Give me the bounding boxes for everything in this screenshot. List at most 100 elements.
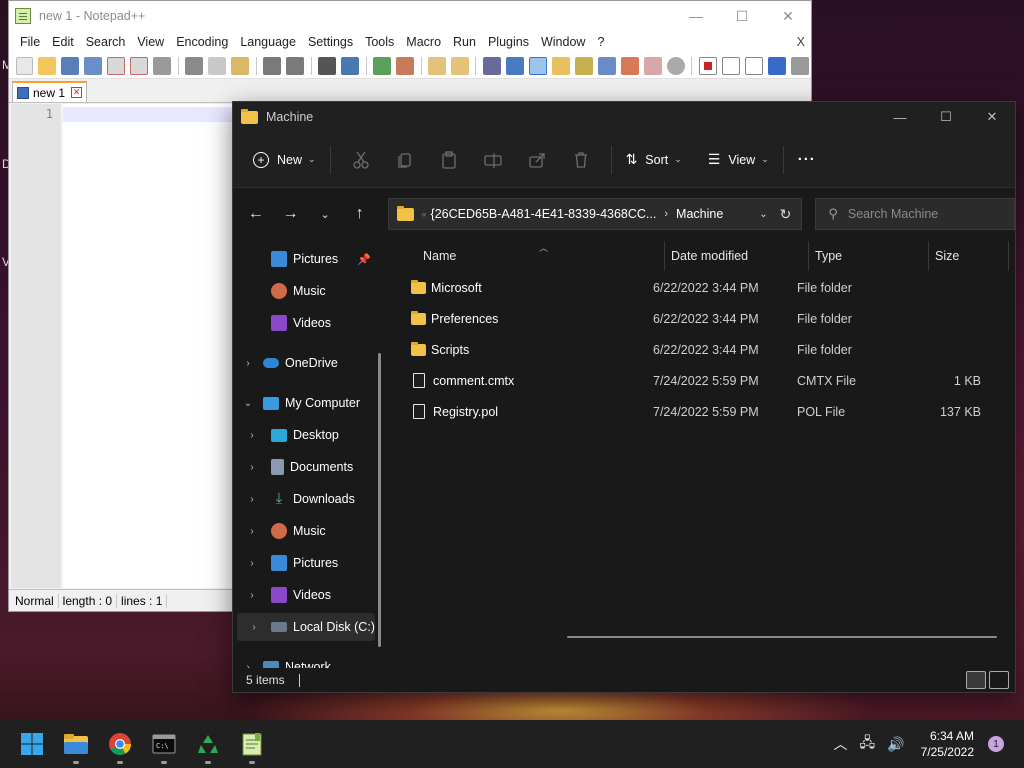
taskbar-file-explorer[interactable] [54, 722, 98, 766]
taskbar-app[interactable] [186, 722, 230, 766]
taskbar-terminal[interactable]: C:\ [142, 722, 186, 766]
file-row[interactable]: Registry.pol 7/24/2022 5:59 PM POL File 137… [391, 396, 1015, 427]
menu-plugins[interactable]: Plugins [482, 35, 535, 49]
column-date-modified[interactable]: Date modified [665, 241, 809, 271]
up-arrow-icon[interactable]: ↑ [345, 199, 375, 229]
collapse-chevron-icon[interactable]: ⌄ [233, 398, 263, 409]
stop-macro-icon[interactable] [721, 56, 740, 75]
file-row[interactable]: Preferences 6/22/2022 3:44 PM File folder [391, 303, 1015, 334]
delete-icon[interactable] [572, 151, 590, 169]
sort-button[interactable]: ⇅ Sort ⌄ [620, 151, 688, 168]
nav-item-documents[interactable]: › Documents [233, 453, 371, 481]
rename-icon[interactable] [483, 151, 502, 169]
find-icon[interactable] [318, 56, 337, 75]
maximize-button[interactable]: ☐ [719, 1, 765, 31]
breadcrumb-current[interactable]: Machine [676, 207, 723, 221]
menu-edit[interactable]: Edit [46, 35, 80, 49]
show-hidden-icons-chevron-icon[interactable]: ︿ [834, 734, 848, 754]
open-file-icon[interactable] [38, 56, 57, 75]
close-document-button[interactable]: X [791, 35, 811, 49]
expand-chevron-icon[interactable]: › [237, 622, 271, 633]
copy-icon[interactable] [208, 56, 227, 75]
column-type[interactable]: Type [809, 241, 929, 271]
indent-guide-icon[interactable] [528, 56, 547, 75]
taskbar-chrome[interactable] [98, 722, 142, 766]
nav-pane-scrollbar[interactable] [378, 353, 381, 647]
view-button[interactable]: ☰ View ⌄ [702, 151, 775, 168]
undo-icon[interactable] [263, 56, 282, 75]
panel-icon[interactable] [666, 56, 685, 75]
expand-chevron-icon[interactable]: › [233, 558, 271, 569]
large-icons-view-icon[interactable] [989, 671, 1009, 689]
recent-locations-chevron-icon[interactable]: ⌄ [310, 199, 340, 229]
nav-item-videos[interactable]: › Videos [233, 581, 371, 609]
menu-settings[interactable]: Settings [302, 35, 359, 49]
doc-map-icon[interactable] [574, 56, 593, 75]
nav-item-videos[interactable]: Videos [233, 309, 371, 337]
network-status-icon[interactable]: 🖧 [860, 732, 876, 756]
nav-item-downloads[interactable]: › ⤓ Downloads [233, 485, 371, 513]
sync-horizontal-icon[interactable] [450, 56, 469, 75]
menu-window[interactable]: Window [535, 35, 591, 49]
expand-chevron-icon[interactable]: › [233, 462, 271, 473]
menu-view[interactable]: View [131, 35, 170, 49]
details-view-icon[interactable] [966, 671, 986, 689]
record-macro-icon[interactable] [698, 56, 717, 75]
nav-item-music[interactable]: › Music [233, 517, 371, 545]
file-row[interactable]: Scripts 6/22/2022 3:44 PM File folder [391, 334, 1015, 365]
file-explorer-window[interactable]: Machine — ☐ ✕ + New ⌄ ⇅ Sort ⌄ ☰ View ⌄ [232, 101, 1016, 693]
print-icon[interactable] [153, 56, 172, 75]
clock[interactable]: 6:34 AM 7/25/2022 [921, 728, 974, 760]
file-row[interactable]: comment.cmtx 7/24/2022 5:59 PM CMTX File 1 … [391, 365, 1015, 396]
minimize-button[interactable]: — [673, 1, 719, 31]
file-row[interactable]: Microsoft 6/22/2022 3:44 PM File folder [391, 272, 1015, 303]
breadcrumb-guid[interactable]: {26CED65B-A481-4E41-8339-4368CC... [431, 207, 657, 221]
save-macro-icon[interactable] [790, 56, 809, 75]
folder-as-workspace-icon[interactable] [620, 56, 639, 75]
cut-icon[interactable] [185, 56, 204, 75]
close-tab-icon[interactable]: ✕ [71, 87, 83, 98]
notification-badge[interactable]: 1 [988, 736, 1004, 752]
expand-chevron-icon[interactable]: › [233, 590, 271, 601]
save-all-icon[interactable] [84, 56, 103, 75]
notepadpp-titlebar[interactable]: new 1 - Notepad++ — ☐ ✕ [9, 1, 811, 31]
menu-run[interactable]: Run [447, 35, 482, 49]
run-macro-multiple-icon[interactable] [767, 56, 786, 75]
nav-item-music[interactable]: Music [233, 277, 371, 305]
nav-item-pictures[interactable]: › Pictures [233, 549, 371, 577]
nav-item-network[interactable]: › Network [233, 653, 371, 668]
refresh-icon[interactable]: ↻ [780, 206, 792, 223]
zoom-out-icon[interactable] [396, 56, 414, 75]
address-bar[interactable]: « {26CED65B-A481-4E41-8339-4368CC... › M… [387, 198, 803, 230]
breadcrumb-chevron-icon[interactable]: › [664, 208, 668, 220]
more-options-button[interactable]: ··· [792, 151, 822, 168]
menu-search[interactable]: Search [80, 35, 132, 49]
tab-new-1[interactable]: new 1 ✕ [12, 81, 88, 102]
menu-encoding[interactable]: Encoding [170, 35, 234, 49]
expand-chevron-icon[interactable]: › [233, 494, 271, 505]
save-icon[interactable] [61, 56, 80, 75]
explorer-titlebar[interactable]: Machine — ☐ ✕ [233, 102, 1015, 132]
share-icon[interactable] [528, 151, 546, 169]
close-button[interactable]: ✕ [969, 102, 1015, 132]
address-dropdown-icon[interactable]: ⌄ [759, 209, 767, 220]
back-arrow-icon[interactable]: ← [241, 199, 271, 229]
redo-icon[interactable] [286, 56, 305, 75]
close-button[interactable]: ✕ [765, 1, 811, 31]
column-name[interactable]: Name [391, 241, 665, 271]
play-macro-icon[interactable] [744, 56, 763, 75]
zoom-in-icon[interactable] [373, 56, 392, 75]
nav-item-pictures[interactable]: Pictures 📌 [233, 245, 371, 273]
minimize-button[interactable]: — [877, 102, 923, 132]
menu-tools[interactable]: Tools [359, 35, 400, 49]
menu-file[interactable]: File [14, 35, 46, 49]
define-language-icon[interactable] [551, 56, 570, 75]
close-all-icon[interactable] [130, 56, 149, 75]
paste-icon[interactable] [440, 150, 458, 169]
menu-language[interactable]: Language [234, 35, 302, 49]
nav-item-desktop[interactable]: › Desktop [233, 421, 371, 449]
sync-vertical-icon[interactable] [428, 56, 446, 75]
maximize-button[interactable]: ☐ [923, 102, 969, 132]
close-icon[interactable] [107, 56, 126, 75]
overflow-chevron-icon[interactable]: « [422, 209, 427, 219]
